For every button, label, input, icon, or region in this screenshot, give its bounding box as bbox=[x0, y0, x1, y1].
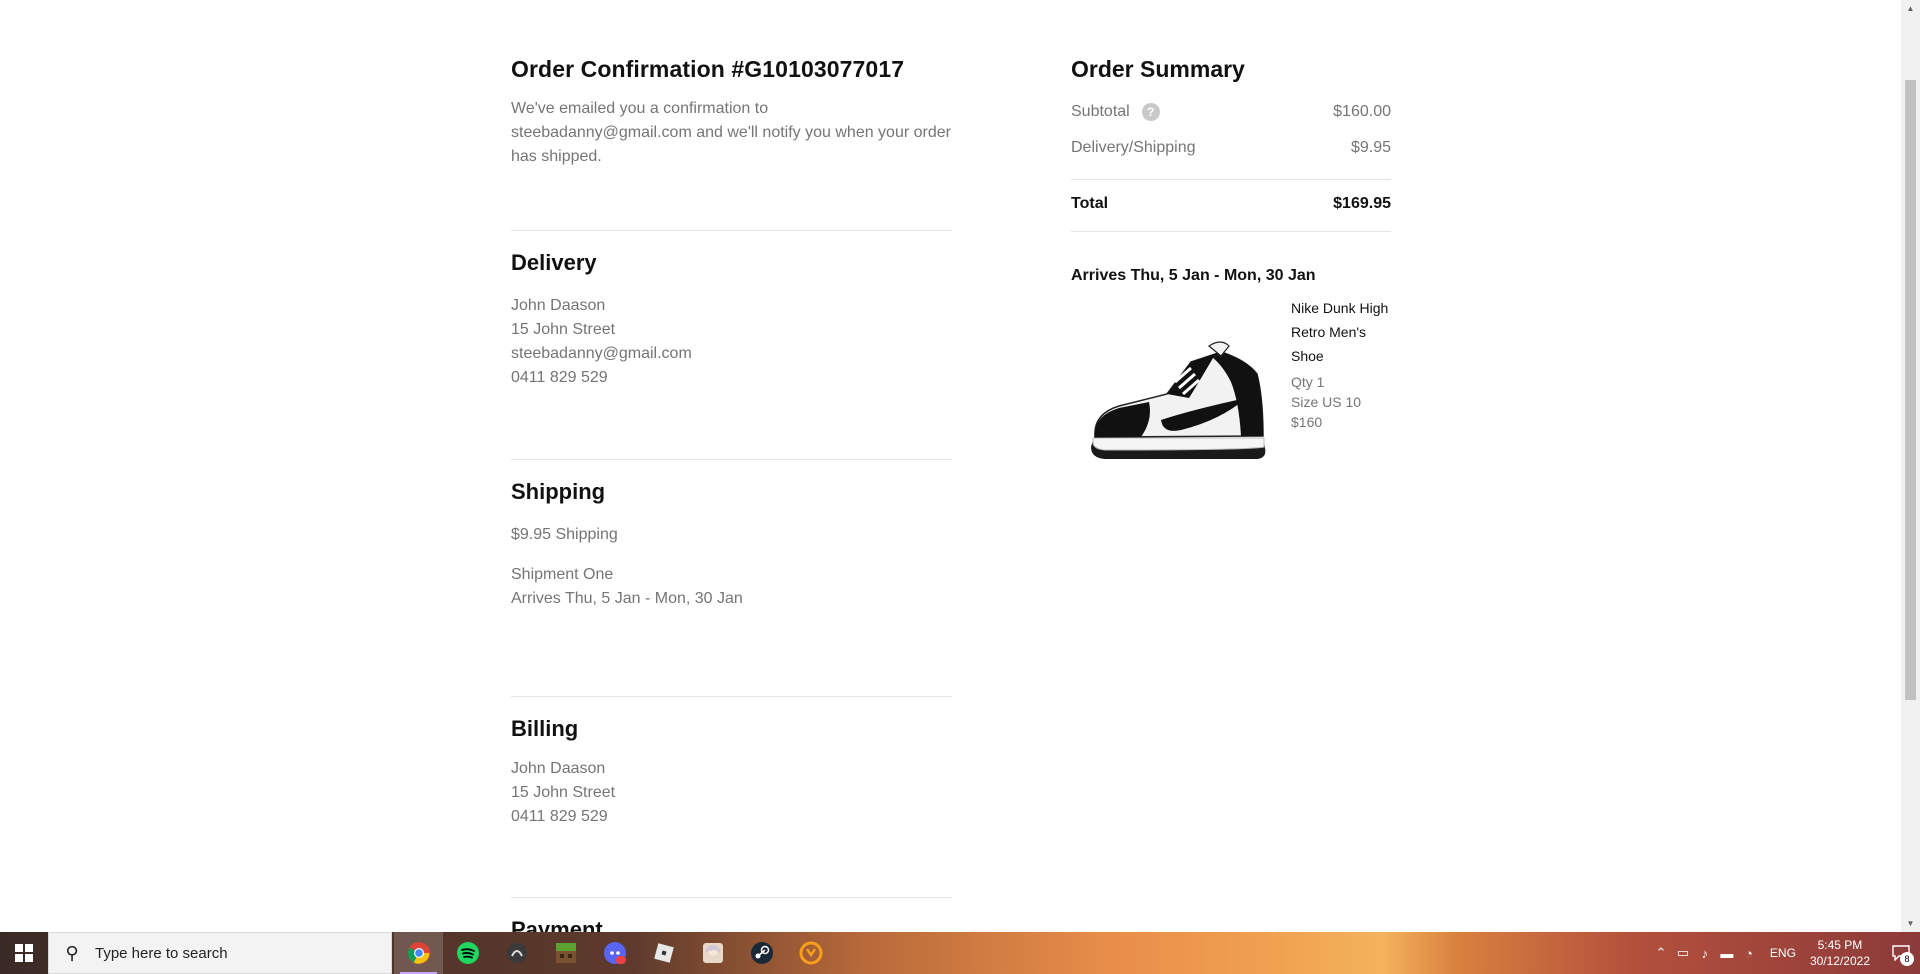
notification-center-button[interactable]: 8 bbox=[1882, 932, 1920, 974]
windows-logo-icon bbox=[15, 944, 33, 962]
delivery-shipping-label: Delivery/Shipping bbox=[1071, 139, 1196, 156]
chevron-up-icon[interactable]: ⌃ bbox=[1650, 945, 1672, 961]
confirmation-message: We've emailed you a confirmation to stee… bbox=[511, 100, 951, 165]
chrome-icon[interactable] bbox=[394, 932, 443, 974]
divider bbox=[511, 459, 952, 460]
minecraft-icon[interactable] bbox=[541, 932, 590, 974]
scroll-down-arrow-icon[interactable]: ▼ bbox=[1901, 915, 1920, 932]
shipping-cost: $9.95 Shipping bbox=[511, 523, 618, 547]
wifi-icon[interactable]: ◔ bbox=[1738, 946, 1760, 961]
battery-icon[interactable]: ▬ bbox=[1716, 946, 1738, 961]
windows-start-button[interactable] bbox=[0, 932, 48, 974]
clock-time: 5:45 PM bbox=[1817, 938, 1863, 952]
total-row: Total $169.95 bbox=[1071, 195, 1391, 213]
total-value: $169.95 bbox=[1333, 195, 1391, 212]
product-name[interactable]: Nike Dunk High Retro Men's Shoe bbox=[1291, 296, 1401, 368]
divider bbox=[511, 897, 952, 898]
divider bbox=[1071, 231, 1391, 232]
shipment-arrival: Arrives Thu, 5 Jan - Mon, 30 Jan bbox=[511, 590, 743, 607]
delivery-name: John Daason bbox=[511, 297, 606, 314]
page-scrollbar[interactable]: ▲ ▼ bbox=[1901, 0, 1920, 932]
payment-heading: Payment bbox=[511, 917, 603, 932]
product-qty: Qty 1 bbox=[1291, 374, 1325, 390]
speaker-icon[interactable]: ♪ bbox=[1694, 946, 1716, 961]
windows-taskbar: ⚲ Type here to search ⌃ ▭ ♪ ▬ ◔ ENG 5:45… bbox=[0, 932, 1920, 974]
discord-icon[interactable] bbox=[590, 932, 639, 974]
overwatch-icon[interactable] bbox=[786, 932, 835, 974]
taskbar-search-box[interactable]: ⚲ Type here to search bbox=[48, 932, 392, 974]
clock-date: 30/12/2022 bbox=[1809, 954, 1870, 968]
help-icon[interactable]: ? bbox=[1141, 103, 1160, 121]
product-info: Nike Dunk High Retro Men's Shoe Qty 1 Si… bbox=[1291, 296, 1401, 432]
order-confirmation-page: Order Confirmation #G10103077017 We've e… bbox=[0, 0, 1901, 932]
delivery-phone: 0411 829 529 bbox=[511, 369, 608, 386]
spotify-icon[interactable] bbox=[443, 932, 492, 974]
delivery-heading: Delivery bbox=[511, 250, 597, 275]
divider bbox=[511, 696, 952, 697]
delivery-email: steebadanny@gmail.com bbox=[511, 345, 692, 362]
billing-details: John Daason 15 John Street 0411 829 529 bbox=[511, 757, 615, 829]
delivery-shipping-row: Delivery/Shipping $9.95 bbox=[1071, 139, 1391, 157]
billing-heading: Billing bbox=[511, 716, 579, 741]
app-icon[interactable] bbox=[492, 932, 541, 974]
billing-name: John Daason bbox=[511, 760, 606, 777]
roblox-icon[interactable] bbox=[639, 932, 688, 974]
shipping-heading: Shipping bbox=[511, 479, 606, 504]
delivery-street: 15 John Street bbox=[511, 321, 616, 338]
scrollbar-thumb[interactable] bbox=[1905, 80, 1916, 700]
search-icon: ⚲ bbox=[65, 942, 79, 963]
subtotal-value: $160.00 bbox=[1333, 103, 1391, 120]
subtotal-label: Subtotal bbox=[1071, 103, 1130, 120]
shipment-name: Shipment One bbox=[511, 566, 614, 583]
display-icon[interactable]: ▭ bbox=[1672, 945, 1694, 961]
arrival-estimate: Arrives Thu, 5 Jan - Mon, 30 Jan bbox=[1071, 267, 1316, 284]
product-size: Size US 10 bbox=[1291, 394, 1362, 410]
product-price: $160 bbox=[1291, 414, 1323, 430]
shipment-details: Shipment One Arrives Thu, 5 Jan - Mon, 3… bbox=[511, 563, 743, 611]
steam-icon[interactable] bbox=[737, 932, 786, 974]
billing-phone: 0411 829 529 bbox=[511, 808, 608, 825]
total-label: Total bbox=[1071, 195, 1109, 212]
taskbar-apps bbox=[394, 932, 835, 974]
notification-badge: 8 bbox=[1900, 952, 1914, 966]
subtotal-row: Subtotal ? $160.00 bbox=[1071, 103, 1391, 121]
billing-street: 15 John Street bbox=[511, 784, 616, 801]
scroll-up-arrow-icon[interactable]: ▲ bbox=[1901, 0, 1920, 17]
divider bbox=[1071, 179, 1391, 180]
search-placeholder: Type here to search bbox=[95, 944, 228, 962]
anime-app-icon[interactable] bbox=[688, 932, 737, 974]
shipping-cost-text: $9.95 Shipping bbox=[511, 526, 618, 543]
language-indicator[interactable]: ENG bbox=[1770, 946, 1796, 960]
system-tray: ⌃ ▭ ♪ ▬ ◔ ENG 5:45 PM 30/12/2022 8 bbox=[1650, 932, 1920, 974]
order-summary-heading: Order Summary bbox=[1071, 56, 1245, 82]
divider bbox=[511, 230, 952, 231]
delivery-shipping-value: $9.95 bbox=[1350, 139, 1391, 156]
delivery-details: John Daason 15 John Street steebadanny@g… bbox=[511, 294, 692, 390]
shoe-image[interactable] bbox=[1071, 302, 1281, 470]
clock[interactable]: 5:45 PM 30/12/2022 bbox=[1810, 937, 1870, 969]
page-title: Order Confirmation #G10103077017 bbox=[511, 56, 905, 82]
